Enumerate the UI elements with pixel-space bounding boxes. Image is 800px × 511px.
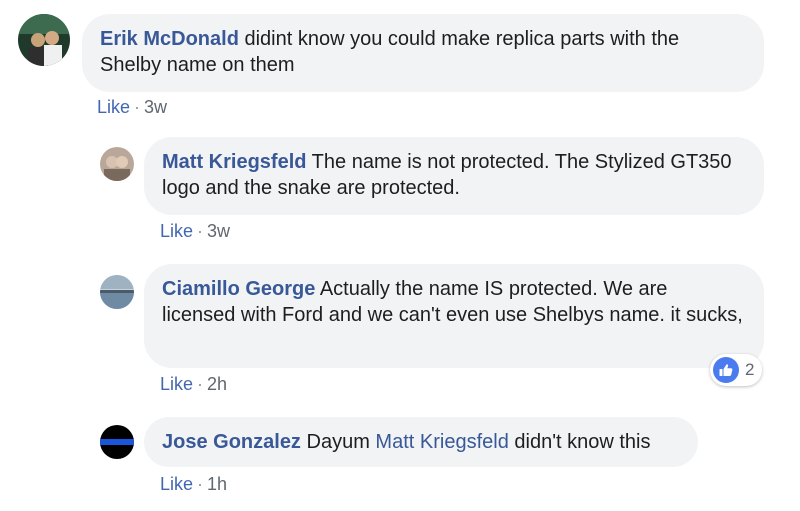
- like-button[interactable]: Like: [97, 97, 130, 117]
- comment-actions: Like · 1h: [160, 474, 227, 495]
- comment-bubble: Ciamillo George Actually the name IS pro…: [144, 264, 764, 368]
- avatar-photo: [100, 147, 134, 181]
- avatar[interactable]: [100, 147, 134, 181]
- comment-text: Dayum: [306, 431, 370, 453]
- author-name[interactable]: Matt Kriegsfeld: [162, 151, 306, 173]
- avatar[interactable]: [100, 425, 134, 459]
- author-name[interactable]: Jose Gonzalez: [162, 431, 301, 453]
- comment-bubble: Jose Gonzalez Dayum Matt Kriegsfeld didn…: [144, 417, 698, 467]
- comment-bubble: Erik McDonald didint know you could make…: [82, 14, 764, 92]
- author-name[interactable]: Erik McDonald: [100, 28, 239, 50]
- timestamp[interactable]: 2h: [207, 374, 227, 394]
- avatar[interactable]: [100, 275, 134, 309]
- avatar-photo: [100, 425, 134, 459]
- comment-actions: Like · 2h: [160, 374, 227, 395]
- separator-dot: ·: [197, 474, 204, 494]
- separator-dot: ·: [134, 97, 141, 117]
- separator-dot: ·: [197, 221, 204, 241]
- reaction-count: 2: [745, 360, 755, 379]
- comment-actions: Like · 3w: [160, 221, 230, 242]
- separator-dot: ·: [197, 374, 204, 394]
- avatar[interactable]: [18, 14, 70, 66]
- comment-text-continued: didn't know this: [514, 431, 651, 453]
- like-button[interactable]: Like: [160, 374, 193, 394]
- avatar-photo: [100, 275, 134, 309]
- timestamp[interactable]: 3w: [144, 97, 167, 117]
- thumbs-up-icon: [713, 357, 739, 383]
- like-button[interactable]: Like: [160, 474, 193, 494]
- avatar-photo: [18, 14, 70, 66]
- like-button[interactable]: Like: [160, 221, 193, 241]
- mention-link[interactable]: Matt Kriegsfeld: [375, 431, 508, 453]
- author-name[interactable]: Ciamillo George: [162, 278, 315, 300]
- reaction-badge[interactable]: 2: [710, 354, 763, 386]
- timestamp[interactable]: 1h: [207, 474, 227, 494]
- comment-bubble: Matt Kriegsfeld The name is not protecte…: [144, 137, 764, 215]
- timestamp[interactable]: 3w: [207, 221, 230, 241]
- comment-actions: Like · 3w: [97, 97, 167, 118]
